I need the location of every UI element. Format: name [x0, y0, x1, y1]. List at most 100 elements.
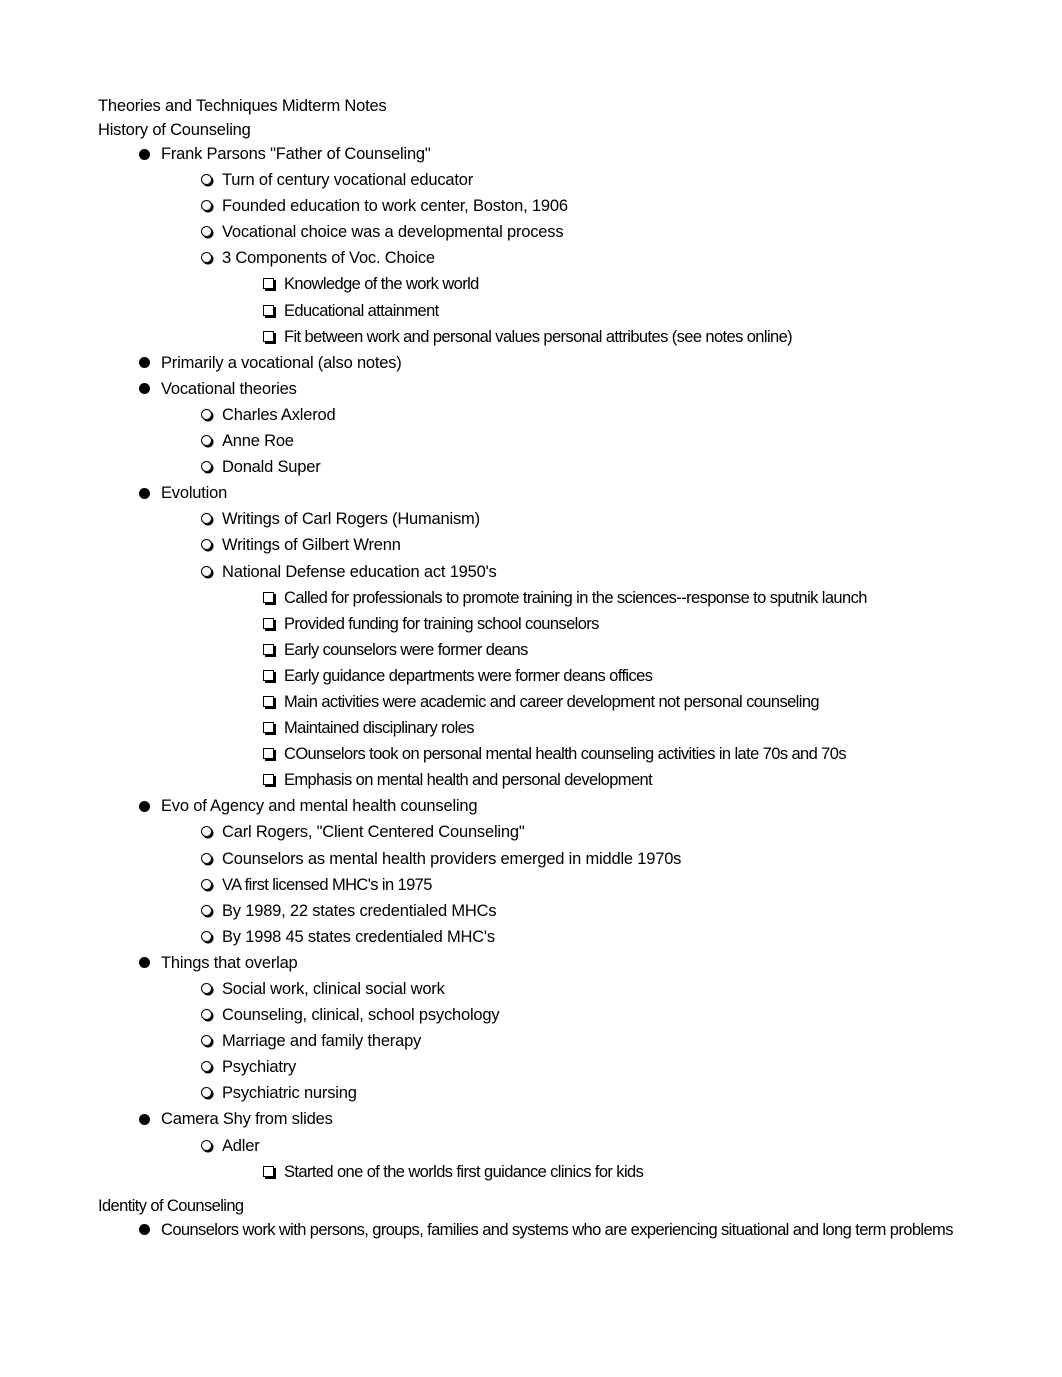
circle-bullet-icon	[198, 403, 214, 427]
list-item-level-2: By 1989, 22 states credentialed MHCs	[98, 899, 968, 923]
disc-bullet-icon-glyph	[138, 487, 150, 499]
list-item-text: Counseling, clinical, school psychology	[222, 1006, 500, 1025]
circle-bullet-icon-glyph	[200, 408, 212, 420]
disc-bullet-icon	[137, 1107, 151, 1131]
circle-bullet-icon	[198, 1081, 214, 1105]
document-title: Theories and Techniques Midterm Notes	[98, 97, 387, 115]
circle-bullet-icon	[198, 429, 214, 453]
circle-bullet-icon-glyph	[200, 1009, 212, 1021]
circle-bullet-icon	[198, 246, 214, 270]
circle-bullet-icon-glyph	[200, 852, 212, 864]
list-item-text: Founded education to work center, Boston…	[222, 197, 568, 216]
circle-bullet-icon-glyph	[200, 930, 212, 942]
circle-bullet-icon	[198, 925, 214, 949]
list-item-text: Social work, clinical social work	[222, 980, 445, 998]
disc-bullet-icon	[137, 951, 151, 975]
list-item-text: Adler	[222, 1136, 260, 1155]
list-item-level-1: Evo of Agency and mental health counseli…	[98, 794, 968, 818]
list-item-text: Frank Parsons "Father of Counseling"	[161, 145, 431, 163]
list-item-text: Fit between work and personal values per…	[284, 327, 793, 346]
list-item-text: Vocational theories	[161, 379, 297, 398]
square-bullet-icon-glyph	[262, 748, 274, 760]
square-bullet-icon-glyph	[262, 617, 274, 629]
disc-bullet-icon	[137, 377, 151, 401]
square-bullet-icon-glyph	[262, 643, 274, 655]
circle-bullet-icon	[198, 507, 214, 531]
list-item-text: Counselors work with persons, groups, fa…	[161, 1220, 953, 1239]
list-item-level-2: Social work, clinical social work	[98, 977, 968, 1001]
list-item-text: Donald Super	[222, 458, 321, 477]
circle-bullet-icon-glyph	[200, 565, 212, 577]
list-item-text: Vocational choice was a developmental pr…	[222, 223, 564, 242]
list-item-text: Evolution	[161, 484, 228, 503]
circle-bullet-icon-glyph	[200, 200, 212, 212]
circle-bullet-icon	[198, 820, 214, 844]
square-bullet-icon	[260, 716, 276, 740]
square-bullet-icon	[260, 299, 276, 323]
list-item-text: 3 Components of Voc. Choice	[222, 249, 435, 268]
circle-bullet-icon-glyph	[200, 461, 212, 473]
list-item-level-2: Counseling, clinical, school psychology	[98, 1003, 968, 1027]
list-item-level-3: Called for professionals to promote trai…	[98, 586, 968, 610]
list-item-level-2: Marriage and family therapy	[98, 1029, 968, 1053]
circle-bullet-icon-glyph	[200, 174, 212, 186]
circle-bullet-icon-glyph	[200, 826, 212, 838]
circle-bullet-icon	[198, 455, 214, 479]
circle-bullet-icon	[198, 847, 214, 871]
list-item-text: Writings of Carl Rogers (Humanism)	[222, 510, 480, 529]
circle-bullet-icon	[198, 1055, 214, 1079]
section-heading: Identity of Counseling	[98, 1196, 244, 1215]
list-item-level-3: Emphasis on mental health and personal d…	[98, 768, 968, 792]
list-item-level-1: Camera Shy from slides	[98, 1107, 968, 1131]
disc-bullet-icon-glyph	[138, 800, 150, 812]
list-item-level-2: VA first licensed MHC's in 1975	[98, 873, 968, 897]
square-bullet-icon-glyph	[262, 278, 274, 290]
list-item-level-2: Counselors as mental health providers em…	[98, 847, 968, 871]
list-item-level-1: Evolution	[98, 481, 968, 505]
circle-bullet-icon-glyph	[200, 904, 212, 916]
list-item-level-3: Early counselors were former deans	[98, 638, 968, 662]
circle-bullet-icon-glyph	[200, 226, 212, 238]
square-bullet-icon-glyph	[262, 1165, 274, 1177]
circle-bullet-icon	[198, 220, 214, 244]
square-bullet-icon-glyph	[262, 669, 274, 681]
square-bullet-icon	[260, 272, 276, 296]
square-bullet-icon	[260, 690, 276, 714]
circle-bullet-icon-glyph	[200, 252, 212, 264]
list-item-text: Carl Rogers, "Client Centered Counseling…	[222, 823, 525, 842]
list-item-level-2: National Defense education act 1950's	[98, 560, 968, 584]
list-item-level-2: Carl Rogers, "Client Centered Counseling…	[98, 820, 968, 844]
list-item-level-2: Anne Roe	[98, 429, 968, 453]
square-bullet-icon-glyph	[262, 774, 274, 786]
list-item-level-2: Turn of century vocational educator	[98, 168, 968, 192]
circle-bullet-icon	[198, 1003, 214, 1027]
list-item-text: Started one of the worlds first guidance…	[284, 1162, 644, 1181]
disc-bullet-icon	[137, 794, 151, 818]
list-item-level-2: 3 Components of Voc. Choice	[98, 246, 968, 270]
square-bullet-icon	[260, 586, 276, 610]
square-bullet-icon-glyph	[262, 330, 274, 342]
list-item-level-2: Donald Super	[98, 455, 968, 479]
circle-bullet-icon-glyph	[200, 539, 212, 551]
square-bullet-icon	[260, 664, 276, 688]
list-item-text: Educational attainment	[284, 301, 439, 320]
list-item-level-2: Writings of Carl Rogers (Humanism)	[98, 507, 968, 531]
circle-bullet-icon	[198, 533, 214, 557]
square-bullet-icon-glyph	[262, 722, 274, 734]
list-item-text: Early counselors were former deans	[284, 640, 528, 659]
circle-bullet-icon	[198, 168, 214, 192]
list-item-text: Emphasis on mental health and personal d…	[284, 771, 653, 790]
list-item-level-2: Psychiatric nursing	[98, 1081, 968, 1105]
list-item-level-3: Knowledge of the work world	[98, 272, 968, 296]
list-item-level-1: Things that overlap	[98, 951, 968, 975]
square-bullet-icon	[260, 638, 276, 662]
circle-bullet-icon-glyph	[200, 1087, 212, 1099]
list-item-text: Called for professionals to promote trai…	[284, 588, 867, 607]
list-item-text: By 1989, 22 states credentialed MHCs	[222, 901, 497, 920]
circle-bullet-icon-glyph	[200, 435, 212, 447]
list-item-level-3: Provided funding for training school cou…	[98, 612, 968, 636]
list-item-level-1: Vocational theories	[98, 377, 968, 401]
circle-bullet-icon	[198, 873, 214, 897]
document-page: Theories and Techniques Midterm Notes Hi…	[98, 94, 968, 1244]
document-body: History of Counseling Frank Parsons "Fath…	[98, 118, 968, 1242]
